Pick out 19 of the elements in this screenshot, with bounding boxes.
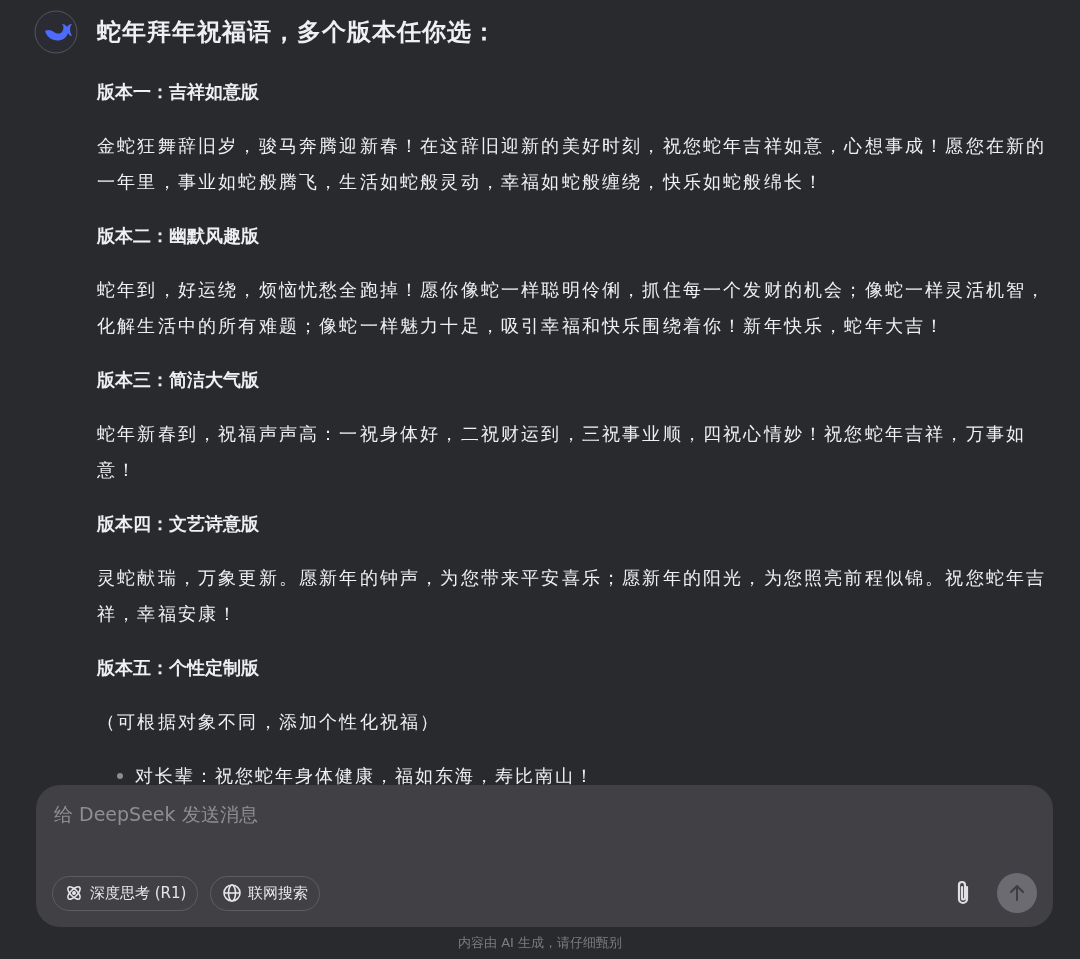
- paragraph: 灵蛇献瑞，万象更新。愿新年的钟声，为您带来平安喜乐；愿新年的阳光，为您照亮前程似锦。祝您蛇年吉祥，幸福安康！: [97, 566, 1048, 626]
- globe-icon: [222, 883, 243, 903]
- response-title: 蛇年拜年祝福语，多个版本任你选：: [97, 17, 497, 48]
- message-input[interactable]: 给 DeepSeek 发送消息: [52, 799, 1037, 829]
- section-heading: 版本二：幽默风趣版: [97, 224, 260, 248]
- paragraph: （可根据对象不同，添加个性化祝福）: [97, 710, 442, 734]
- section-heading: 版本五：个性定制版: [97, 656, 260, 680]
- section-heading: 版本一：吉祥如意版: [97, 80, 260, 104]
- paragraph: 金蛇狂舞辞旧岁，骏马奔腾迎新春！在这辞旧迎新的美好时刻，祝您蛇年吉祥如意，心想事成！愿您在新的一年里，事业如蛇般腾飞，生活如蛇般灵动，幸福如蛇般缠绕，快乐如蛇般绵长！: [97, 134, 1048, 194]
- disclaimer: 内容由 AI 生成，请仔细甄别: [457, 934, 623, 952]
- arrow-up-icon: [1007, 883, 1027, 903]
- atom-icon: [64, 883, 84, 903]
- bullet-icon: [117, 773, 123, 779]
- list-item: 对长辈：祝您蛇年身体健康，福如东海，寿比南山！: [135, 764, 595, 785]
- section-heading: 版本四：文艺诗意版: [97, 512, 260, 536]
- paragraph: 蛇年新春到，祝福声声高：一祝身体好，二祝财运到，三祝事业顺，四祝心情妙！祝您蛇年吉祥，万事如意！: [97, 422, 1028, 482]
- section-heading: 版本三：简洁大气版: [97, 368, 260, 392]
- paragraph: 蛇年到，好运绕，烦恼忧愁全跑掉！愿你像蛇一样聪明伶俐，抓住每一个发财的机会；像蛇一样灵活机智，化解生活中的所有难题；像蛇一样魅力十足，吸引幸福和快乐围绕着你！新年快乐，蛇年大吉！: [97, 278, 1048, 338]
- whale-avatar-icon: [34, 10, 78, 54]
